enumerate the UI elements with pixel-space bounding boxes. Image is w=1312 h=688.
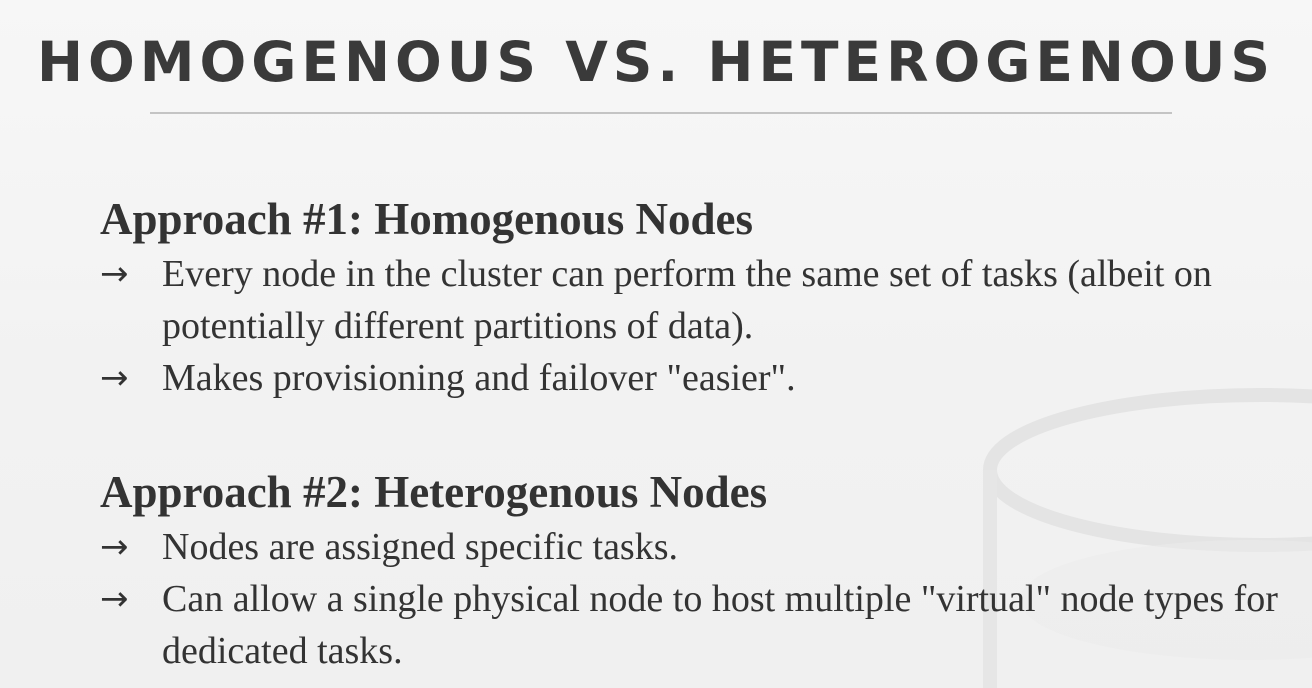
bullet-text: Nodes are assigned specific tasks. — [162, 526, 679, 568]
approach-1-bullet-list: → Every node in the cluster can perform … — [100, 248, 1280, 404]
bullet-item: → Every node in the cluster can perform … — [100, 248, 1280, 352]
approach-1-section: Approach #1: Homogenous Nodes → Every no… — [100, 190, 1280, 404]
title-divider — [150, 112, 1172, 114]
bullet-text: Makes provisioning and failover "easier"… — [162, 357, 796, 399]
bullet-item: → Can allow a single physical node to ho… — [100, 573, 1280, 677]
arrow-right-icon: → — [100, 579, 129, 619]
approach-1-heading: Approach #1: Homogenous Nodes — [100, 194, 753, 244]
slide-title: HOMOGENOUS VS. HETEROGENOUS — [37, 30, 1275, 94]
bullet-text: Every node in the cluster can perform th… — [162, 253, 1212, 347]
approach-2-heading: Approach #2: Heterogenous Nodes — [100, 467, 768, 517]
approach-2-section: Approach #2: Heterogenous Nodes → Nodes … — [100, 463, 1280, 677]
bullet-item: → Makes provisioning and failover "easie… — [100, 352, 1280, 404]
arrow-right-icon: → — [100, 254, 129, 294]
bullet-text: Can allow a single physical node to host… — [162, 578, 1278, 672]
bullet-item: → Nodes are assigned specific tasks. — [100, 521, 1280, 573]
arrow-right-icon: → — [100, 527, 129, 567]
approach-2-bullet-list: → Nodes are assigned specific tasks. → C… — [100, 521, 1280, 677]
arrow-right-icon: → — [100, 358, 129, 398]
